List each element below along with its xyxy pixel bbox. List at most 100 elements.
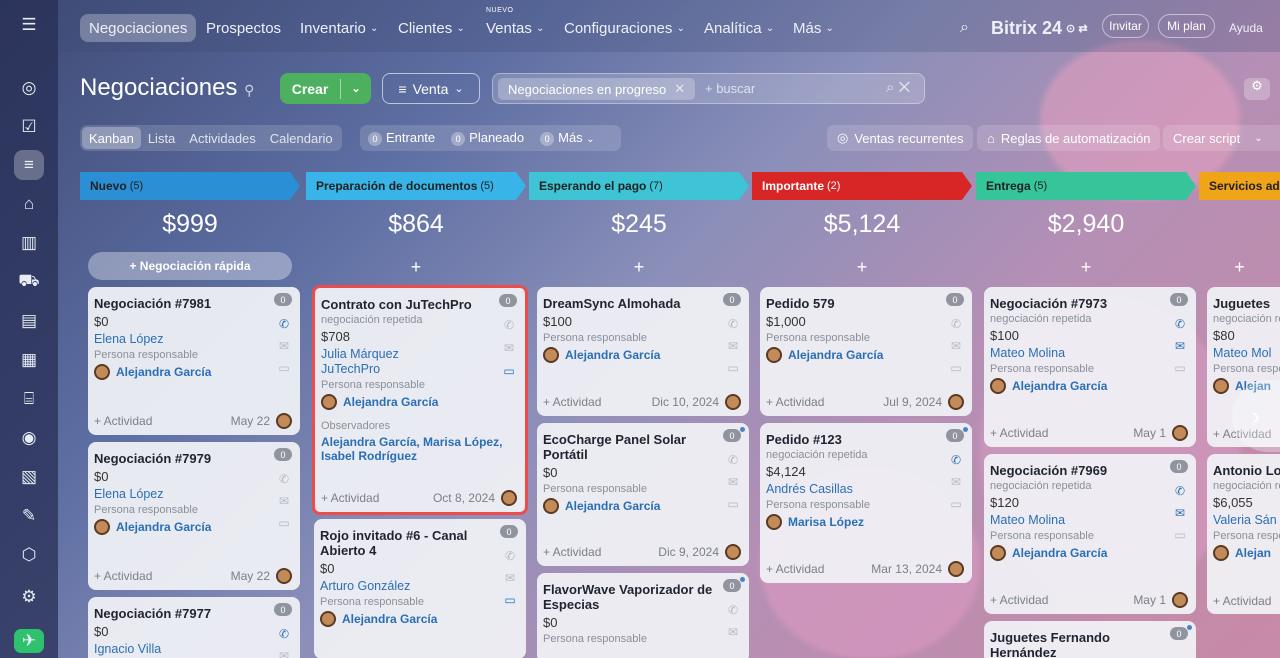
create-button[interactable]: Crear ⌄ (280, 73, 371, 104)
responsible-person[interactable]: Marisa López (766, 514, 962, 530)
deal-card[interactable]: 0 Juguetes Fernando Hernández (984, 621, 1196, 658)
chat-icon[interactable]: ◎ (14, 73, 44, 103)
tasks-icon[interactable]: ☑ (14, 112, 44, 142)
client-link[interactable]: Mateo Mol (1213, 346, 1280, 360)
contacts-icon[interactable]: ▤ (14, 306, 44, 336)
deal-title[interactable]: Pedido #123 (766, 432, 936, 447)
target-icon[interactable]: ◉ (14, 423, 44, 453)
add-activity-button[interactable]: + Actividad (543, 395, 601, 409)
add-activity-button[interactable]: + Actividad (94, 414, 152, 428)
deal-title[interactable]: Juguetes Fernando Hernández (990, 630, 1160, 658)
add-activity-button[interactable]: + Actividad (766, 395, 824, 409)
phone-icon[interactable]: ✆ (948, 453, 964, 467)
mail-icon[interactable]: ✉ (725, 339, 741, 353)
responsible-person[interactable]: Alejandra García (94, 519, 290, 535)
cart-icon[interactable]: ⛟ (14, 267, 44, 297)
deal-title[interactable]: Juguetes (1213, 296, 1280, 311)
phone-icon[interactable]: ✆ (501, 318, 517, 332)
search-input[interactable]: + buscar (705, 81, 755, 96)
client-link[interactable]: Mateo Molina (990, 346, 1186, 360)
add-deal-button[interactable]: + (306, 257, 526, 278)
deal-title[interactable]: Negociación #7973 (990, 296, 1160, 311)
deal-card[interactable]: 0 ✆ ✉ ▭ Pedido #123 negociación repetida… (760, 423, 972, 583)
nav-negociaciones[interactable]: Negociaciones (80, 14, 197, 42)
add-activity-button[interactable]: + Actividad (990, 426, 1048, 440)
deal-title[interactable]: Negociación #7969 (990, 463, 1160, 478)
chat-bubble-icon[interactable]: ▭ (502, 593, 518, 607)
column-header[interactable]: Servicios ad (1199, 172, 1280, 200)
rocket-icon[interactable]: ✈ (14, 629, 44, 653)
add-activity-button[interactable]: + Actividad (766, 562, 824, 576)
responsible-person[interactable]: Alejandra García (766, 347, 962, 363)
responsible-person[interactable]: Alejandra García (94, 364, 290, 380)
column-header[interactable]: Esperando el pago (7) (529, 172, 749, 200)
deal-title[interactable]: Antonio Lo (1213, 463, 1280, 478)
chat-bubble-icon[interactable]: ▭ (276, 516, 292, 530)
chat-bubble-icon[interactable]: ▭ (948, 497, 964, 511)
help-link[interactable]: Ayuda (1220, 14, 1272, 42)
nav-clientes[interactable]: Clientes ⌄ (389, 14, 474, 42)
search-bar[interactable]: Negociaciones en progreso ✕ + buscar ⌕ ✕ (492, 73, 925, 104)
mail-icon[interactable]: ✉ (1172, 506, 1188, 520)
nav-ventas[interactable]: Ventas ⌄ (477, 14, 553, 42)
pipeline-select[interactable]: ≡ Venta ⌄ (382, 73, 480, 104)
deal-title[interactable]: Rojo invitado #6 - Canal Abierto 4 (320, 528, 490, 558)
deal-card[interactable]: 0 ✆ ✉ ▭ DreamSync Almohada $100 Persona … (537, 287, 749, 416)
client-link[interactable]: Mateo Molina (990, 513, 1186, 527)
mail-icon[interactable]: ✉ (501, 341, 517, 355)
automation-rules-button[interactable]: ⌂ Reglas de automatización (977, 125, 1161, 151)
deal-card[interactable]: 0 ✆ ✉ ▭ Rojo invitado #6 - Canal Abierto… (314, 519, 526, 658)
nav-prospectos[interactable]: Prospectos (197, 14, 290, 42)
add-activity-button[interactable]: + Actividad (321, 491, 379, 505)
mail-icon[interactable]: ✉ (276, 649, 292, 658)
deal-card[interactable]: 0 ✆ ✉ ▭ Negociación #7969 negociación re… (984, 454, 1196, 614)
phone-icon[interactable]: ✆ (1172, 484, 1188, 498)
phone-icon[interactable]: ✆ (276, 317, 292, 331)
phone-icon[interactable]: ✆ (1172, 317, 1188, 331)
nav-mas[interactable]: Más ⌄ (784, 14, 843, 42)
mail-icon[interactable]: ✉ (948, 339, 964, 353)
phone-icon[interactable]: ✆ (948, 317, 964, 331)
phone-icon[interactable]: ✆ (725, 603, 741, 617)
phone-icon[interactable]: ✆ (502, 549, 518, 563)
client-link[interactable]: Elena López (94, 487, 290, 501)
observers-list[interactable]: Alejandra García, Marisa López, Isabel R… (321, 435, 515, 463)
column-header[interactable]: Entrega (5) (976, 172, 1196, 200)
search-icon[interactable]: ⌕ ✕ (886, 79, 910, 96)
deal-card[interactable]: 0 ✆ ✉ ▭ Pedido 579 $1,000 Persona respon… (760, 287, 972, 416)
deal-card-highlighted[interactable]: 0 ✆ ✉ ▭ Contrato con JuTechPro negociaci… (312, 285, 528, 515)
add-deal-button[interactable]: + (529, 257, 749, 278)
search-icon[interactable]: ⌕ (951, 14, 978, 42)
phone-icon[interactable]: ✆ (276, 627, 292, 641)
deal-title[interactable]: FlavorWave Vaporizador de Especias (543, 582, 713, 612)
tab-calendario[interactable]: Calendario (263, 127, 340, 149)
add-activity-button[interactable]: + Actividad (990, 593, 1048, 607)
column-header[interactable]: Nuevo (5) (80, 172, 300, 200)
tab-actividades[interactable]: Actividades (182, 127, 262, 149)
tab-lista[interactable]: Lista (141, 127, 182, 149)
chat-bubble-icon[interactable]: ▭ (501, 364, 517, 378)
add-deal-button[interactable]: + (1199, 257, 1280, 278)
deal-card[interactable]: Antonio Lo negociación repetida $6,055 V… (1207, 454, 1280, 614)
responsible-person[interactable]: Alejandra García (990, 545, 1186, 561)
column-header[interactable]: Importante (2) (752, 172, 972, 200)
phone-icon[interactable]: ✆ (725, 317, 741, 331)
deal-card[interactable]: 0 ✆ ✉ ▭ Negociación #7981 $0 Elena López… (88, 287, 300, 435)
chat-bubble-icon[interactable]: ▭ (1172, 528, 1188, 542)
responsible-person[interactable]: Alejandra García (990, 378, 1186, 394)
mail-icon[interactable]: ✉ (276, 339, 292, 353)
analytics-icon[interactable]: ▥ (14, 228, 44, 258)
company-link[interactable]: JuTechPro (321, 362, 515, 376)
tab-kanban[interactable]: Kanban (82, 127, 141, 149)
deal-card[interactable]: 0 ✆ ✉ FlavorWave Vaporizador de Especias… (537, 573, 749, 658)
client-link[interactable]: Arturo González (320, 579, 516, 593)
storage-icon[interactable]: ⌸ (14, 384, 44, 414)
client-link[interactable]: Valeria Sán (1213, 513, 1280, 527)
close-icon[interactable]: ✕ (674, 81, 685, 97)
column-header[interactable]: Preparación de documentos (5) (306, 172, 526, 200)
recurring-sales-button[interactable]: ◎ Ventas recurrentes (827, 125, 974, 151)
deal-title[interactable]: Pedido 579 (766, 296, 936, 311)
crm-funnel-icon[interactable]: ≡ (14, 150, 44, 180)
mail-icon[interactable]: ✉ (502, 571, 518, 585)
chat-bubble-icon[interactable]: ▭ (1172, 361, 1188, 375)
